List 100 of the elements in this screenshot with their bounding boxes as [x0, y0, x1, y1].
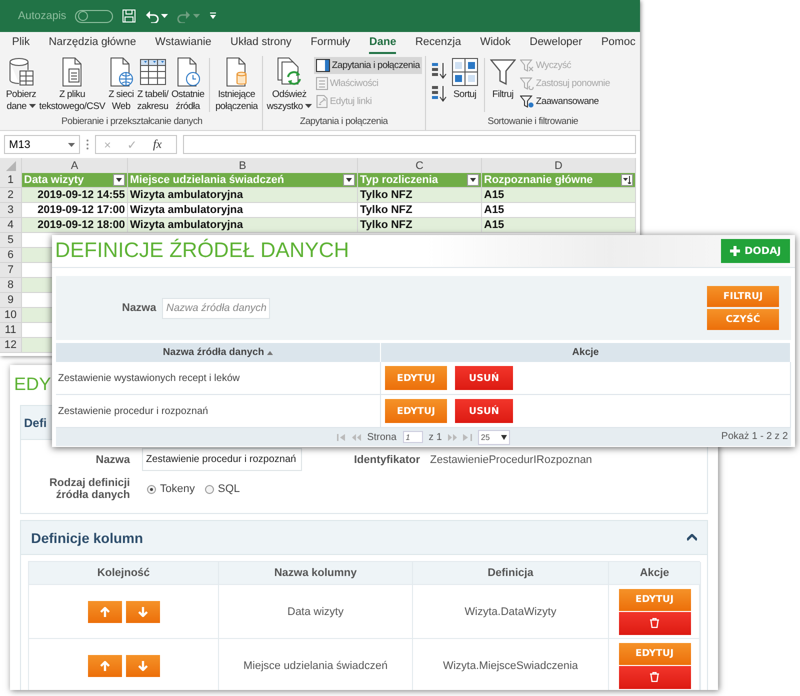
table-cell: 2019-09-12 14:55 — [22, 188, 128, 203]
ribbon-tab[interactable]: Deweloper — [530, 36, 582, 54]
table-cell: Tylko NFZ — [358, 218, 482, 233]
web-page-icon — [108, 57, 134, 87]
move-down-button[interactable] — [126, 600, 160, 622]
field-label: Rodzaj definicji źródła danych — [48, 477, 130, 501]
ribbon-button[interactable]: Z tabeli/ zakresu — [136, 56, 170, 114]
ribbon-tab[interactable]: Plik — [12, 36, 30, 54]
row-number: 5 — [0, 233, 22, 248]
delete-button[interactable]: USUŃ — [455, 366, 513, 390]
table-cell — [22, 338, 52, 353]
name-filter-field[interactable]: Nazwa źródła danych — [162, 298, 270, 318]
radio-button[interactable] — [147, 484, 156, 494]
sort-ascending-icon — [430, 62, 447, 80]
radio-label: Tokeny — [160, 483, 195, 495]
ribbon-button[interactable]: Sortuj — [450, 56, 480, 102]
column-header[interactable]: Akcje — [381, 343, 791, 362]
advanced-filter-icon — [520, 95, 534, 108]
ribbon-tab[interactable]: Widok — [480, 36, 511, 54]
ribbon-tab[interactable]: Wstawianie — [155, 36, 212, 54]
undo-button[interactable] — [145, 9, 168, 23]
table-header: Miejsce udzielania świadczeń — [130, 174, 284, 186]
move-up-button[interactable] — [88, 600, 122, 622]
clear-filter-icon — [520, 59, 534, 72]
row-number: 10 — [0, 308, 22, 323]
table-header: Typ rozliczenia — [360, 174, 438, 186]
table-cell: Wizyta.DataWizyty — [413, 584, 609, 638]
section-title: Defi — [24, 416, 47, 430]
ribbon-button[interactable]: Z pliku tekstowego/CSV — [38, 56, 106, 114]
column-header: B — [128, 158, 358, 174]
move-up-button[interactable] — [88, 654, 122, 676]
table-icon — [138, 57, 167, 87]
filter-button[interactable] — [113, 174, 125, 186]
row-number: 11 — [0, 323, 22, 338]
redo-icon — [177, 9, 192, 23]
move-down-button[interactable] — [126, 654, 160, 676]
list-icon — [316, 77, 328, 90]
table-cell: Wizyta ambulatoryjna — [128, 218, 358, 233]
collapse-icon[interactable] — [687, 534, 697, 541]
ribbon-tab[interactable]: Formuły — [310, 36, 350, 54]
radio-button[interactable] — [204, 484, 214, 494]
caret-icon — [193, 14, 200, 18]
table-cell: Wizyta ambulatoryjna — [128, 188, 358, 203]
dropdown-icon — [470, 178, 476, 182]
autosave-toggle[interactable] — [75, 10, 114, 22]
formula-button[interactable]: fx — [153, 137, 162, 152]
record-summary: Pokaż 1 - 2 z 2 — [721, 431, 788, 442]
column-header: Nazwa kolumny — [219, 562, 413, 584]
formula-input[interactable] — [183, 135, 636, 154]
ribbon-button[interactable]: Filtruj — [488, 56, 517, 102]
ribbon-tab[interactable]: Recenzja — [415, 36, 462, 54]
dropdown-icon — [500, 434, 507, 440]
delete-button[interactable] — [618, 666, 690, 688]
page-size-select[interactable]: 25 — [478, 430, 510, 444]
filter-button[interactable] — [621, 174, 633, 186]
ribbon-button[interactable]: Istniejące połączenia — [214, 56, 259, 114]
filter-icon — [490, 57, 516, 87]
save-icon[interactable] — [122, 9, 136, 23]
identifier-value: ZestawienieProcedurIRozpoznan — [430, 454, 592, 466]
caret-icon — [161, 14, 168, 18]
sort-filter-icon — [623, 176, 631, 184]
ribbon-tab[interactable]: Pomoc — [601, 36, 636, 54]
ribbon-button[interactable]: Zaawansowane — [518, 93, 612, 110]
row-number: 7 — [0, 263, 22, 278]
name-box[interactable]: M13 — [4, 135, 80, 154]
table-cell — [22, 248, 52, 263]
ribbon-button[interactable]: Pobierz dane — [5, 56, 38, 114]
ribbon-tab[interactable]: Układ strony — [230, 36, 292, 54]
row-number: 6 — [0, 248, 22, 263]
table-cell: Tylko NFZ — [358, 188, 482, 203]
delete-button[interactable]: USUŃ — [455, 399, 513, 423]
row-number: 12 — [0, 338, 22, 353]
customize-icon[interactable] — [209, 12, 218, 20]
ribbon-button[interactable]: Zapytania i połączenia — [314, 57, 422, 74]
row-number: 2 — [0, 188, 22, 203]
caret-icon — [68, 142, 75, 146]
caret-icon — [304, 104, 312, 108]
section-title: Definicje kolumn — [31, 530, 144, 546]
arrow-down-icon — [138, 660, 148, 670]
table-cell: A15 — [482, 188, 636, 203]
row-number: 8 — [0, 278, 22, 293]
column-header[interactable]: Nazwa źródła danych — [56, 343, 381, 362]
page-field[interactable]: 1 — [402, 431, 423, 443]
ribbon-tab[interactable]: Narzędzia główne — [48, 36, 136, 54]
delete-button[interactable] — [618, 612, 690, 634]
column-header: Akcje — [609, 562, 701, 584]
table-header: Rozpoznanie główne — [484, 174, 593, 186]
ribbon-button[interactable]: Odśwież wszystko — [266, 56, 313, 114]
name-field[interactable]: Zestawienie procedur i rozpoznań — [142, 448, 302, 471]
autosave-label: Autozapis — [18, 10, 66, 22]
filter-button[interactable] — [343, 174, 355, 186]
table-cell: Zestawienie wystawionych recept i leków — [56, 362, 381, 395]
ribbon-button[interactable]: Z sieci Web — [107, 56, 136, 114]
filter-button[interactable] — [467, 174, 479, 186]
column-header: D — [482, 158, 636, 174]
page-count: z 1 — [428, 432, 442, 442]
table-header: Data wizyty — [24, 174, 84, 186]
table-cell: Data wizyty — [219, 584, 413, 638]
row-number: 4 — [0, 218, 22, 233]
ribbon-button[interactable]: Ostatnie źródła — [170, 56, 206, 114]
